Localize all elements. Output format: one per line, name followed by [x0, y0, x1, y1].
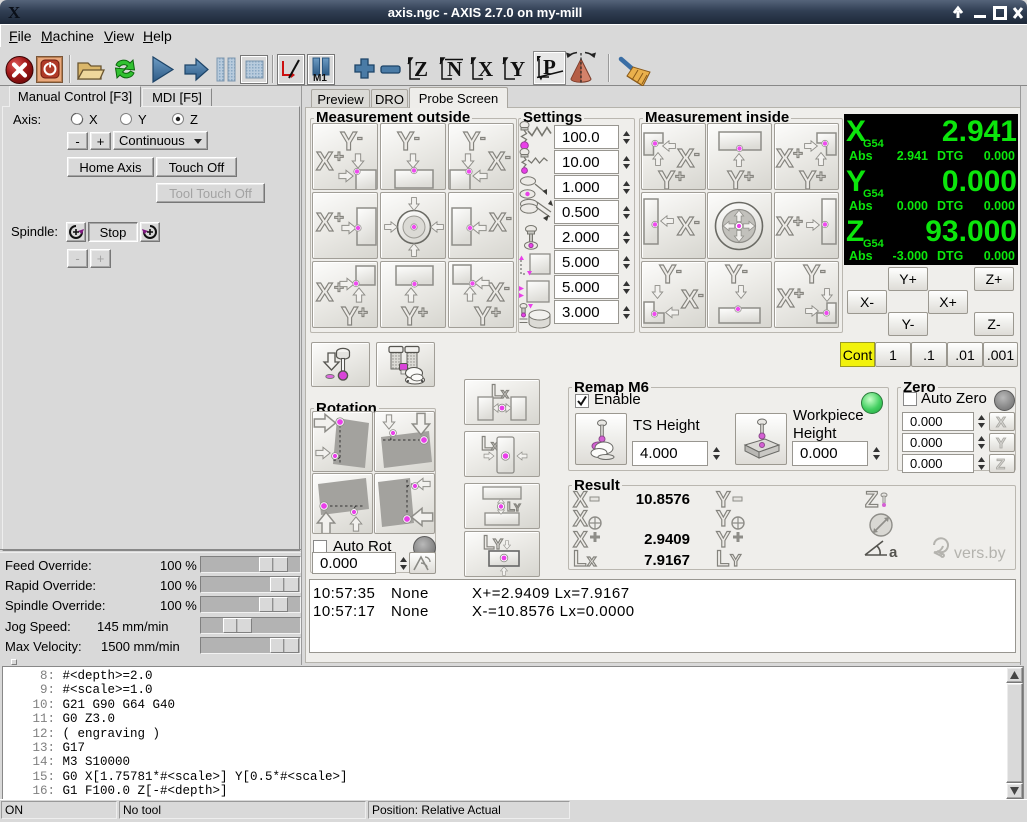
svg-text:+: +	[793, 144, 803, 163]
svg-text:-: -	[414, 128, 420, 147]
svg-text:93.000: 93.000	[925, 215, 1017, 248]
svg-text:X: X	[776, 143, 794, 173]
svg-text:X: X	[316, 146, 334, 176]
svg-text:X: X	[776, 211, 794, 241]
svg-text:Y: Y	[474, 301, 491, 327]
svg-text:+: +	[334, 208, 344, 227]
svg-text:Y: Y	[510, 57, 525, 81]
svg-text:-: -	[480, 128, 486, 147]
svg-text:Y: Y	[341, 301, 358, 327]
svg-text:x: x	[587, 551, 597, 569]
svg-text:a: a	[889, 544, 898, 561]
svg-text:-: -	[694, 144, 700, 163]
svg-text:x: x	[501, 385, 509, 401]
svg-text:-: -	[694, 212, 700, 231]
svg-text:0.000: 0.000	[984, 149, 1015, 163]
svg-text:Y: Y	[658, 165, 675, 189]
svg-text:DTG: DTG	[937, 149, 963, 163]
svg-text:X: X	[489, 207, 507, 237]
svg-text:L: L	[573, 546, 586, 569]
svg-text:Abs: Abs	[849, 249, 873, 263]
svg-text:DTG: DTG	[937, 199, 963, 213]
svg-text:X: X	[316, 277, 334, 307]
svg-text:+: +	[794, 284, 804, 303]
svg-text:Y: Y	[725, 262, 742, 289]
svg-text:+: +	[793, 212, 803, 231]
svg-text:-: -	[820, 262, 826, 280]
svg-text:X: X	[777, 283, 795, 313]
svg-text:Y: Y	[463, 126, 480, 156]
svg-text:Y: Y	[799, 165, 816, 189]
svg-text:Z: Z	[414, 57, 428, 81]
svg-text:X: X	[316, 207, 334, 237]
svg-text:Y: Y	[659, 262, 676, 289]
svg-text:X: X	[488, 146, 506, 176]
svg-text:N: N	[447, 57, 462, 81]
svg-text:+: +	[816, 167, 826, 186]
svg-text:Z: Z	[996, 456, 1005, 471]
svg-text:2.941: 2.941	[942, 115, 1017, 148]
svg-text:-: -	[504, 278, 510, 297]
svg-text:Y: Y	[803, 262, 820, 289]
svg-text:X: X	[677, 211, 695, 241]
svg-text:-: -	[357, 128, 363, 147]
svg-text:2.941: 2.941	[897, 149, 928, 163]
svg-text:+: +	[418, 303, 428, 322]
svg-text:vers.by: vers.by	[954, 545, 1006, 562]
svg-text:0.000: 0.000	[984, 199, 1015, 213]
svg-text:0.000: 0.000	[897, 199, 928, 213]
svg-text:Y: Y	[514, 503, 521, 514]
svg-text:-: -	[505, 147, 511, 166]
svg-text:Y: Y	[730, 551, 742, 569]
svg-text:Y: Y	[727, 165, 744, 189]
svg-text:X: X	[478, 57, 493, 81]
svg-text:Abs: Abs	[849, 149, 873, 163]
svg-text:+: +	[491, 303, 501, 322]
svg-text:X: X	[681, 284, 699, 314]
svg-text:+: +	[675, 167, 685, 186]
svg-text:-: -	[742, 262, 748, 280]
svg-text:-3.000: -3.000	[893, 249, 928, 263]
svg-text:0.000: 0.000	[942, 165, 1017, 198]
svg-text:Y: Y	[397, 126, 414, 156]
svg-text:X: X	[996, 414, 1006, 429]
svg-text:Y: Y	[996, 435, 1006, 450]
svg-text:-: -	[506, 208, 512, 227]
svg-text:DTG: DTG	[937, 249, 963, 263]
svg-text:Z: Z	[846, 215, 864, 248]
svg-text:Z: Z	[865, 487, 878, 512]
svg-text:-: -	[698, 285, 704, 304]
svg-text:Y: Y	[401, 301, 418, 327]
svg-text:0.000: 0.000	[984, 249, 1015, 263]
svg-text:+: +	[744, 167, 754, 186]
svg-text:Abs: Abs	[849, 199, 873, 213]
svg-text:L: L	[716, 546, 729, 569]
svg-text:+: +	[334, 147, 344, 166]
svg-text:M1: M1	[313, 73, 327, 84]
svg-text:-: -	[676, 262, 682, 280]
svg-text:+: +	[358, 303, 368, 322]
